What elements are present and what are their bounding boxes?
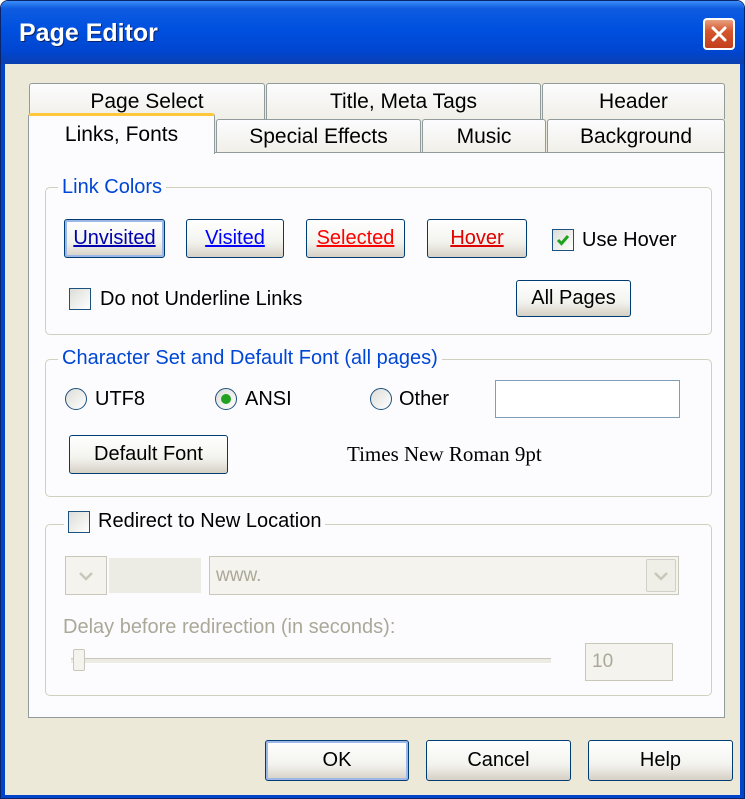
hover-color-button[interactable]: Hover <box>427 219 527 258</box>
redirect-checkbox[interactable] <box>68 510 90 533</box>
ansi-label: ANSI <box>245 388 292 410</box>
charset-legend: Character Set and Default Font (all page… <box>58 347 442 370</box>
other-charset-input[interactable] <box>495 380 680 418</box>
url-dropdown-button[interactable] <box>646 559 676 592</box>
tab-background[interactable]: Background <box>547 119 725 153</box>
protocol-select[interactable] <box>65 556 107 595</box>
protocol-value-box <box>109 558 201 593</box>
close-icon <box>711 26 727 42</box>
unvisited-color-button[interactable]: Unvisited <box>64 219 165 258</box>
tab-links-fonts[interactable]: Links, Fonts <box>28 113 215 154</box>
delay-label: Delay before redirection (in seconds): <box>63 616 396 638</box>
chevron-down-icon <box>654 571 668 581</box>
use-hover-label: Use Hover <box>582 229 677 251</box>
other-radio[interactable] <box>370 388 392 410</box>
checkmark-icon <box>556 235 570 246</box>
redirect-label: Redirect to New Location <box>98 510 322 532</box>
redirect-legend: Redirect to New Location <box>64 510 326 533</box>
tab-special-effects[interactable]: Special Effects <box>216 119 421 153</box>
tab-music[interactable]: Music <box>422 119 546 153</box>
selected-color-button[interactable]: Selected <box>306 219 405 258</box>
chevron-down-icon <box>79 572 93 581</box>
title-bar[interactable]: Page Editor <box>1 1 744 64</box>
no-underline-label: Do not Underline Links <box>100 288 303 310</box>
help-button[interactable]: Help <box>588 740 733 781</box>
delay-seconds-input[interactable]: 10 <box>585 643 673 681</box>
tab-title-meta-tags[interactable]: Title, Meta Tags <box>266 83 541 119</box>
utf8-label: UTF8 <box>95 388 145 410</box>
delay-slider-thumb[interactable] <box>73 649 85 671</box>
no-underline-checkbox[interactable] <box>69 288 91 310</box>
redirect-url-combo[interactable]: www. <box>209 556 679 595</box>
use-hover-checkbox[interactable] <box>552 229 574 251</box>
tab-header[interactable]: Header <box>542 83 725 119</box>
utf8-radio[interactable] <box>65 388 87 410</box>
other-label: Other <box>399 388 450 410</box>
tab-panel-links-fonts: Link Colors Unvisited Visited Selected H… <box>28 152 725 718</box>
default-font-button[interactable]: Default Font <box>69 435 228 474</box>
all-pages-button[interactable]: All Pages <box>516 280 631 317</box>
window-title: Page Editor <box>19 19 158 47</box>
page-editor-dialog: Page Editor Page Select Title, Meta Tags… <box>0 0 745 799</box>
link-colors-legend: Link Colors <box>58 176 167 199</box>
font-display-text: Times New Roman 9pt <box>347 442 542 466</box>
close-button[interactable] <box>703 18 735 50</box>
visited-color-button[interactable]: Visited <box>186 219 284 258</box>
cancel-button[interactable]: Cancel <box>426 740 571 781</box>
ansi-radio[interactable] <box>215 388 237 410</box>
delay-slider-track[interactable] <box>71 658 551 664</box>
ok-button[interactable]: OK <box>265 740 409 781</box>
radio-selected-dot <box>221 394 231 404</box>
